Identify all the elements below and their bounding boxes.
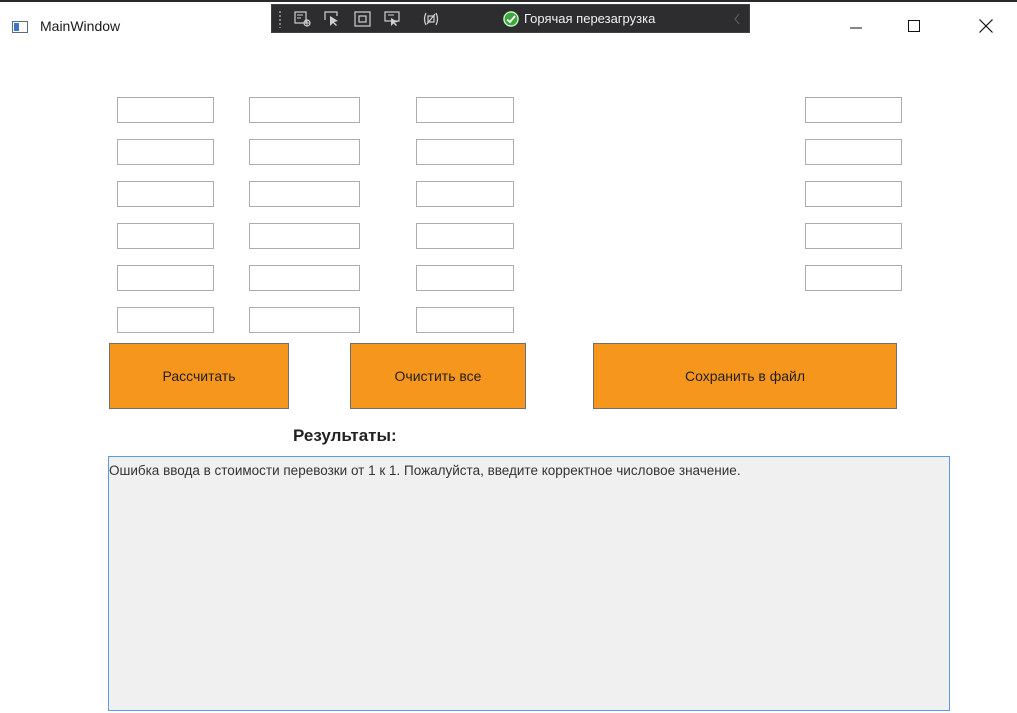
input-d-1[interactable] (805, 97, 902, 123)
maximize-icon (908, 20, 920, 32)
calculate-button[interactable]: Рассчитать (109, 343, 289, 409)
maximize-button[interactable] (891, 4, 937, 48)
save-to-file-button[interactable]: Сохранить в файл (593, 343, 897, 409)
minimize-button[interactable] (833, 4, 879, 48)
input-b-2[interactable] (249, 139, 360, 165)
input-a-3[interactable] (117, 181, 214, 207)
input-c-6[interactable] (416, 307, 514, 333)
hot-reload-label[interactable]: Горячая перезагрузка (524, 11, 655, 26)
input-c-5[interactable] (416, 265, 514, 291)
close-button[interactable] (963, 4, 1009, 48)
input-c-2[interactable] (416, 139, 514, 165)
close-icon (979, 19, 993, 33)
input-a-2[interactable] (117, 139, 214, 165)
input-d-4[interactable] (805, 223, 902, 249)
input-a-6[interactable] (117, 307, 214, 333)
clear-all-button[interactable]: Очистить все (350, 343, 526, 409)
input-d-5[interactable] (805, 265, 902, 291)
save-to-file-button-label: Сохранить в файл (684, 368, 806, 384)
input-a-4[interactable] (117, 223, 214, 249)
input-c-3[interactable] (416, 181, 514, 207)
minimize-icon (850, 27, 862, 29)
xaml-runtime-toolbar: Горячая перезагрузка (271, 4, 750, 33)
input-b-1[interactable] (249, 97, 360, 123)
binding-failures-icon[interactable] (422, 11, 440, 27)
results-text: Ошибка ввода в стоимости перевозки от 1 … (109, 463, 741, 478)
input-b-4[interactable] (249, 223, 360, 249)
input-a-5[interactable] (117, 265, 214, 291)
track-focus-icon[interactable] (384, 11, 402, 27)
collapse-toolbar-icon[interactable] (732, 11, 742, 27)
input-b-6[interactable] (249, 307, 360, 333)
input-c-1[interactable] (416, 97, 514, 123)
clear-all-button-label: Очистить все (394, 368, 482, 384)
pointer-icon[interactable] (324, 11, 342, 27)
toolbar-grip[interactable] (278, 10, 282, 28)
layout-adorner-icon[interactable] (354, 11, 372, 27)
results-textbox[interactable]: Ошибка ввода в стоимости перевозки от 1 … (108, 456, 950, 711)
window-app-icon (12, 21, 28, 33)
input-b-5[interactable] (249, 265, 360, 291)
input-d-3[interactable] (805, 181, 902, 207)
input-d-2[interactable] (805, 139, 902, 165)
calculate-button-label: Рассчитать (162, 368, 236, 384)
input-a-1[interactable] (117, 97, 214, 123)
window-title: MainWindow (40, 18, 121, 34)
select-element-icon[interactable] (294, 11, 312, 27)
hot-reload-status-icon (503, 11, 519, 27)
input-c-4[interactable] (416, 223, 514, 249)
input-b-3[interactable] (249, 181, 360, 207)
results-heading: Результаты: (293, 426, 397, 445)
